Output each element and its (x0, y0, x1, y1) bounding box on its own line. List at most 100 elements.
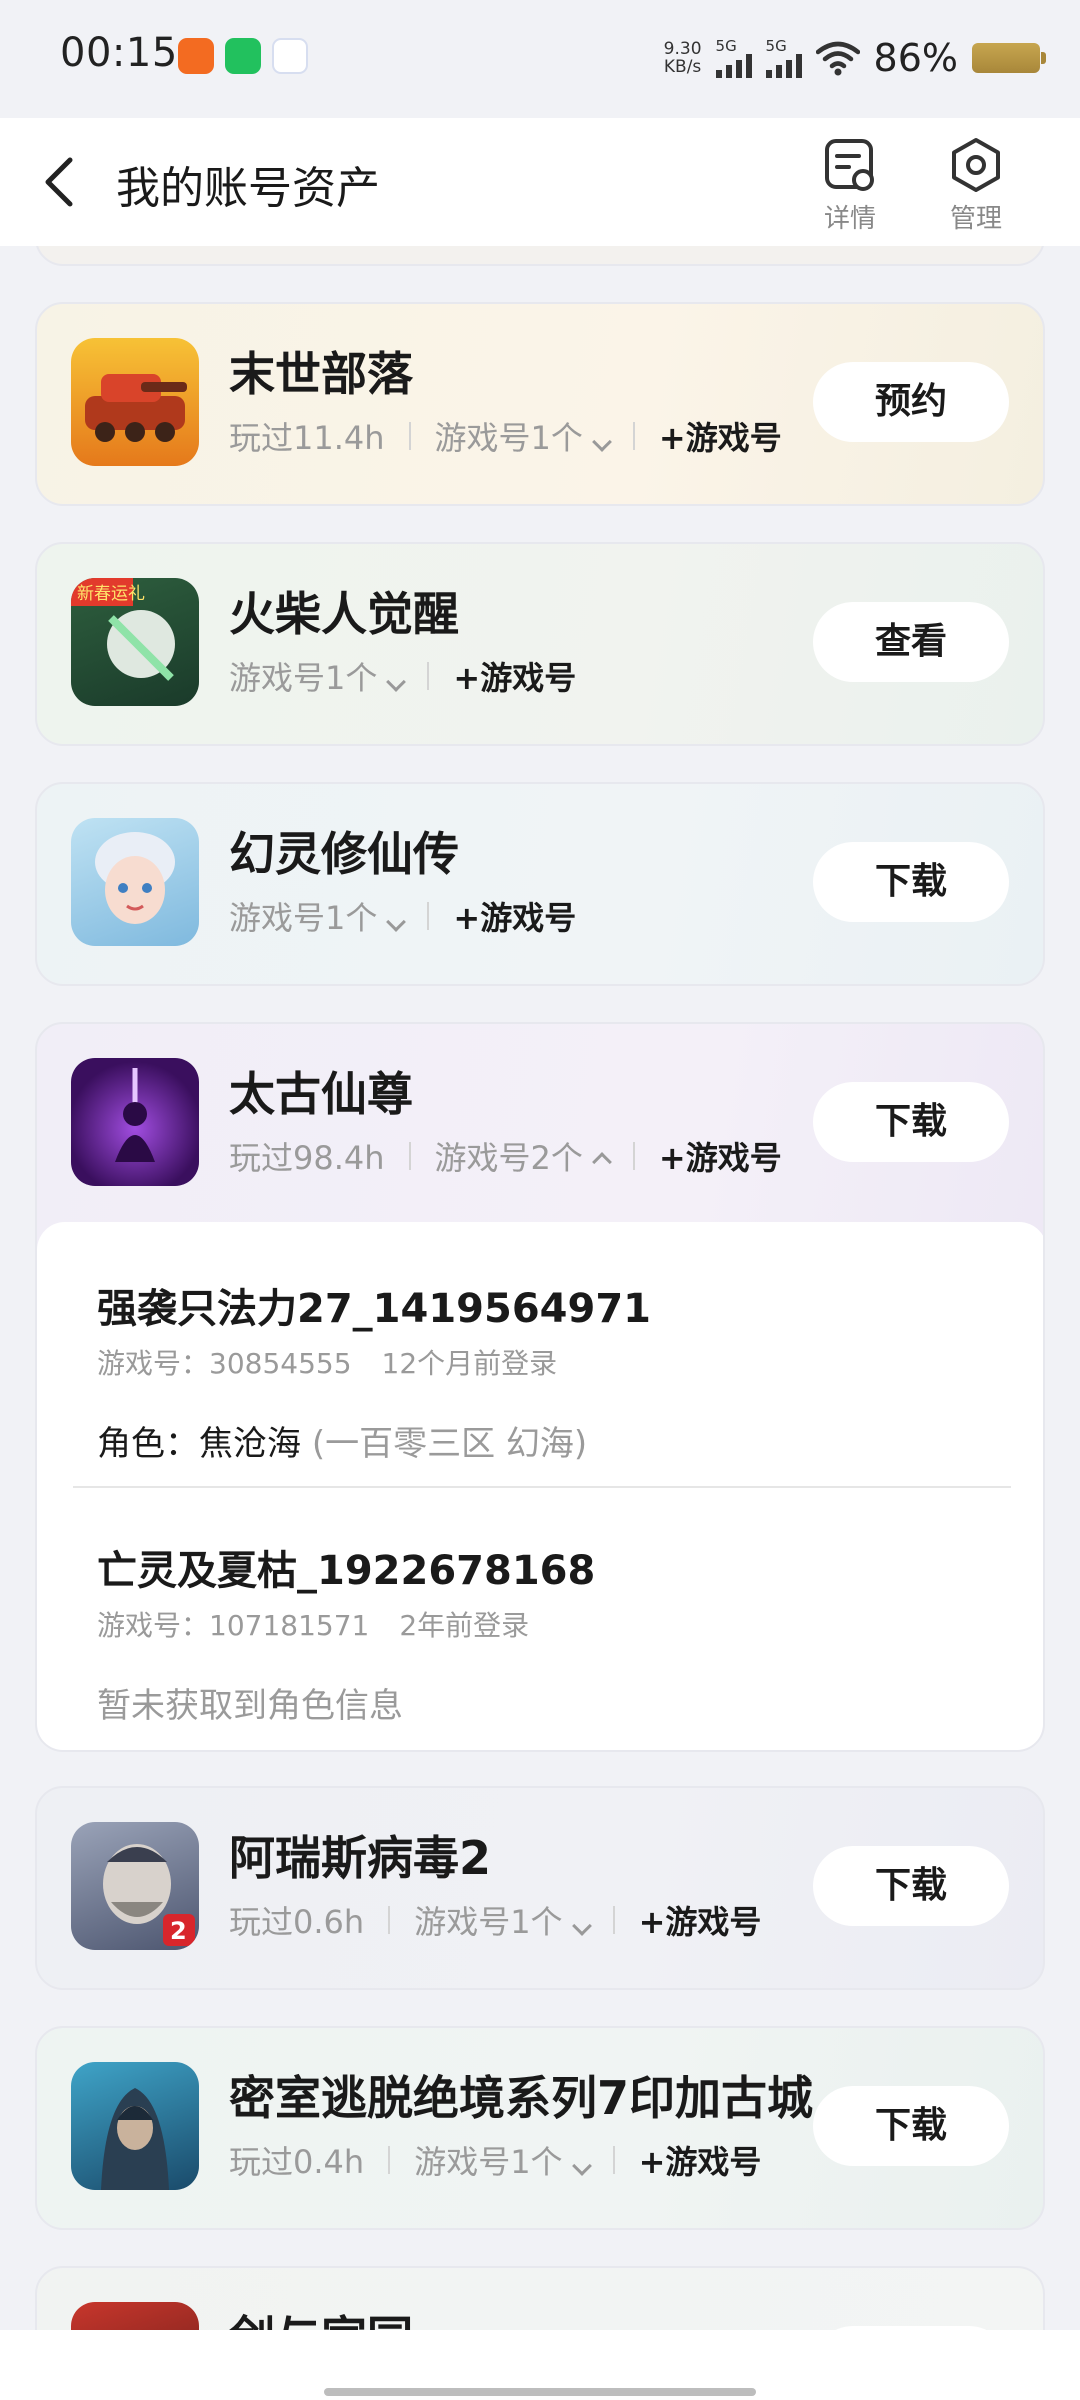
game-card[interactable]: 幻灵修仙传 游戏号1个 +游戏号 下载 (35, 782, 1045, 986)
account-item[interactable]: 亡灵及夏枯_1922678168 游戏号：107181571 2年前登录 暂未获取… (97, 1538, 595, 1727)
reserve-button[interactable]: 预约 (813, 362, 1009, 442)
game-card[interactable]: 新春运礼 火柴人觉醒 游戏号1个 +游戏号 查看 (35, 542, 1045, 746)
baidu-notification-icon (272, 38, 308, 74)
chevron-up-icon (592, 1152, 612, 1172)
document-detail-icon (825, 139, 874, 191)
battery-icon (972, 43, 1046, 73)
wechat-notification-icon (225, 38, 261, 74)
game-card[interactable]: 末世部落 玩过11.4h 游戏号1个 +游戏号 预约 (35, 302, 1045, 506)
chevron-left-icon (45, 157, 73, 207)
download-button[interactable]: 下载 (813, 842, 1009, 922)
divider (632, 422, 635, 450)
download-button[interactable]: 下载 (813, 2086, 1009, 2166)
play-time: 玩过0.6h (229, 1903, 365, 1941)
signal-icon-2: 5G (765, 38, 802, 78)
game-name: 末世部落 (229, 347, 413, 401)
no-role-info: 暂未获取到角色信息 (97, 1686, 403, 1726)
manage-button[interactable]: 管理 (934, 136, 1018, 236)
account-id: 游戏号：30854555 (97, 1347, 352, 1380)
add-account-link[interactable]: +游戏号 (659, 413, 782, 459)
game-card[interactable]: 2 阿瑞斯病毒2 玩过0.6h 游戏号1个 +游戏号 下载 (35, 1786, 1045, 1990)
game-meta: 游戏号1个 +游戏号 (229, 653, 576, 699)
account-id: 游戏号：107181571 (97, 1609, 370, 1642)
detail-button[interactable]: 详情 (808, 136, 892, 236)
add-account-link[interactable]: +游戏号 (639, 1897, 762, 1943)
add-account-link[interactable]: +游戏号 (639, 2137, 762, 2183)
account-info: 游戏号：107181571 2年前登录 (97, 1604, 595, 1644)
account-count-toggle[interactable]: 游戏号1个 (435, 413, 612, 459)
chevron-down-icon (386, 672, 407, 692)
signal-icon: 5G (715, 38, 752, 78)
divider (408, 422, 411, 450)
battery-percent: 86% (873, 36, 958, 80)
account-count-toggle[interactable]: 游戏号1个 (229, 893, 407, 939)
divider (408, 1142, 411, 1170)
game-meta: 游戏号1个 +游戏号 (229, 893, 576, 939)
gear-icon (952, 138, 1000, 192)
chevron-down-icon (592, 432, 612, 452)
add-account-link[interactable]: +游戏号 (453, 893, 576, 939)
game-icon-mosbuluo (71, 338, 199, 466)
manage-label: 管理 (949, 204, 1002, 234)
play-time: 玩过98.4h (229, 1139, 385, 1177)
role-info: 角色：焦沧海 (一百零三区 幻海) (97, 1416, 651, 1465)
notification-app-icon (178, 38, 214, 74)
chevron-down-icon (571, 2156, 592, 2176)
download-button[interactable]: 下载 (813, 1846, 1009, 1926)
account-name: 亡灵及夏枯_1922678168 (97, 1548, 596, 1594)
game-card[interactable]: 密室逃脱绝境系列7印加古城 玩过0.4h 游戏号1个 +游戏号 下载 (35, 2026, 1045, 2230)
game-card[interactable]: 剑与家园 (35, 2266, 1045, 2330)
game-name: 幻灵修仙传 (229, 827, 459, 881)
game-card-partial (35, 246, 1045, 266)
account-name: 强袭只法力27_1419564971 (97, 1286, 651, 1332)
game-icon-jianyujiayuan (71, 2302, 199, 2330)
play-time: 玩过0.4h (229, 2143, 365, 2181)
last-login: 2年前登录 (399, 1609, 530, 1642)
game-name: 密室逃脱绝境系列7印加古城 (229, 2071, 814, 2125)
game-card-expanded[interactable]: 太古仙尊 玩过98.4h 游戏号2个 +游戏号 下载 强袭只法力27_14195… (35, 1022, 1045, 1752)
game-icon-ares-virus: 2 (71, 1822, 199, 1950)
chevron-down-icon (386, 912, 407, 932)
play-time: 玩过11.4h (229, 419, 385, 457)
account-info: 游戏号：30854555 12个月前登录 (97, 1342, 651, 1382)
game-account-list[interactable]: 末世部落 玩过11.4h 游戏号1个 +游戏号 预约 新春运礼 火柴人觉醒 游戏… (0, 246, 1080, 2330)
status-bar: 00:15 9.30 KB/s 5G 5G 86% (0, 0, 1080, 118)
add-account-link[interactable]: +游戏号 (453, 653, 576, 699)
status-time: 00:15 (60, 30, 178, 76)
divider (388, 1906, 391, 1934)
top-app-bar: 我的账号资产 详情 管理 (0, 118, 1080, 246)
account-item[interactable]: 强袭只法力27_1419564971 游戏号：30854555 12个月前登录 角… (97, 1276, 651, 1465)
game-icon-huanling (71, 818, 199, 946)
game-name: 阿瑞斯病毒2 (229, 1831, 492, 1885)
account-count-toggle[interactable]: 游戏号1个 (414, 2137, 592, 2183)
divider (612, 1906, 615, 1934)
account-divider (73, 1486, 1011, 1488)
account-count-toggle[interactable]: 游戏号1个 (229, 653, 407, 699)
game-icon-taiguxianzun (71, 1058, 199, 1186)
divider (388, 2146, 391, 2174)
game-icon-huochairen: 新春运礼 (71, 578, 199, 706)
account-count-toggle[interactable]: 游戏号2个 (435, 1133, 612, 1179)
network-speed: 9.30 KB/s (663, 39, 702, 77)
back-button[interactable] (40, 154, 80, 210)
view-button[interactable]: 查看 (813, 602, 1009, 682)
account-list-panel: 强袭只法力27_1419564971 游戏号：30854555 12个月前登录 角… (37, 1222, 1043, 1750)
download-button[interactable]: 下载 (813, 1082, 1009, 1162)
page-title: 我的账号资产 (116, 163, 380, 214)
divider (632, 1142, 635, 1170)
last-login: 12个月前登录 (381, 1347, 558, 1380)
game-meta: 玩过0.6h 游戏号1个 +游戏号 (229, 1897, 762, 1943)
game-meta: 玩过98.4h 游戏号2个 +游戏号 (229, 1133, 782, 1179)
game-meta: 玩过0.4h 游戏号1个 +游戏号 (229, 2137, 762, 2183)
role-server: (一百零三区 幻海) (311, 1424, 588, 1464)
game-name: 剑与家园 (229, 2302, 413, 2330)
svg-text:2: 2 (170, 1917, 187, 1945)
game-meta: 玩过11.4h 游戏号1个 +游戏号 (229, 413, 782, 459)
home-indicator[interactable] (324, 2388, 756, 2396)
account-count-toggle[interactable]: 游戏号1个 (414, 1897, 592, 1943)
add-account-link[interactable]: +游戏号 (659, 1133, 782, 1179)
wifi-icon (815, 41, 860, 76)
chevron-down-icon (571, 1916, 592, 1936)
game-name: 太古仙尊 (229, 1067, 413, 1121)
game-name: 火柴人觉醒 (229, 587, 459, 641)
